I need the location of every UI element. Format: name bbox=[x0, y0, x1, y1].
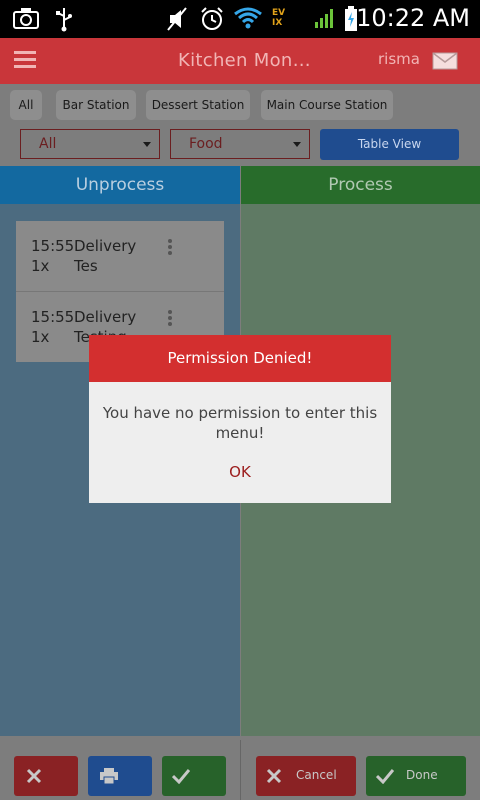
permission-dialog: Permission Denied! You have no permissio… bbox=[89, 335, 391, 503]
dialog-ok-button[interactable]: OK bbox=[209, 463, 271, 483]
dialog-title: Permission Denied! bbox=[89, 335, 391, 382]
dialog-message: You have no permission to enter this men… bbox=[102, 404, 378, 442]
